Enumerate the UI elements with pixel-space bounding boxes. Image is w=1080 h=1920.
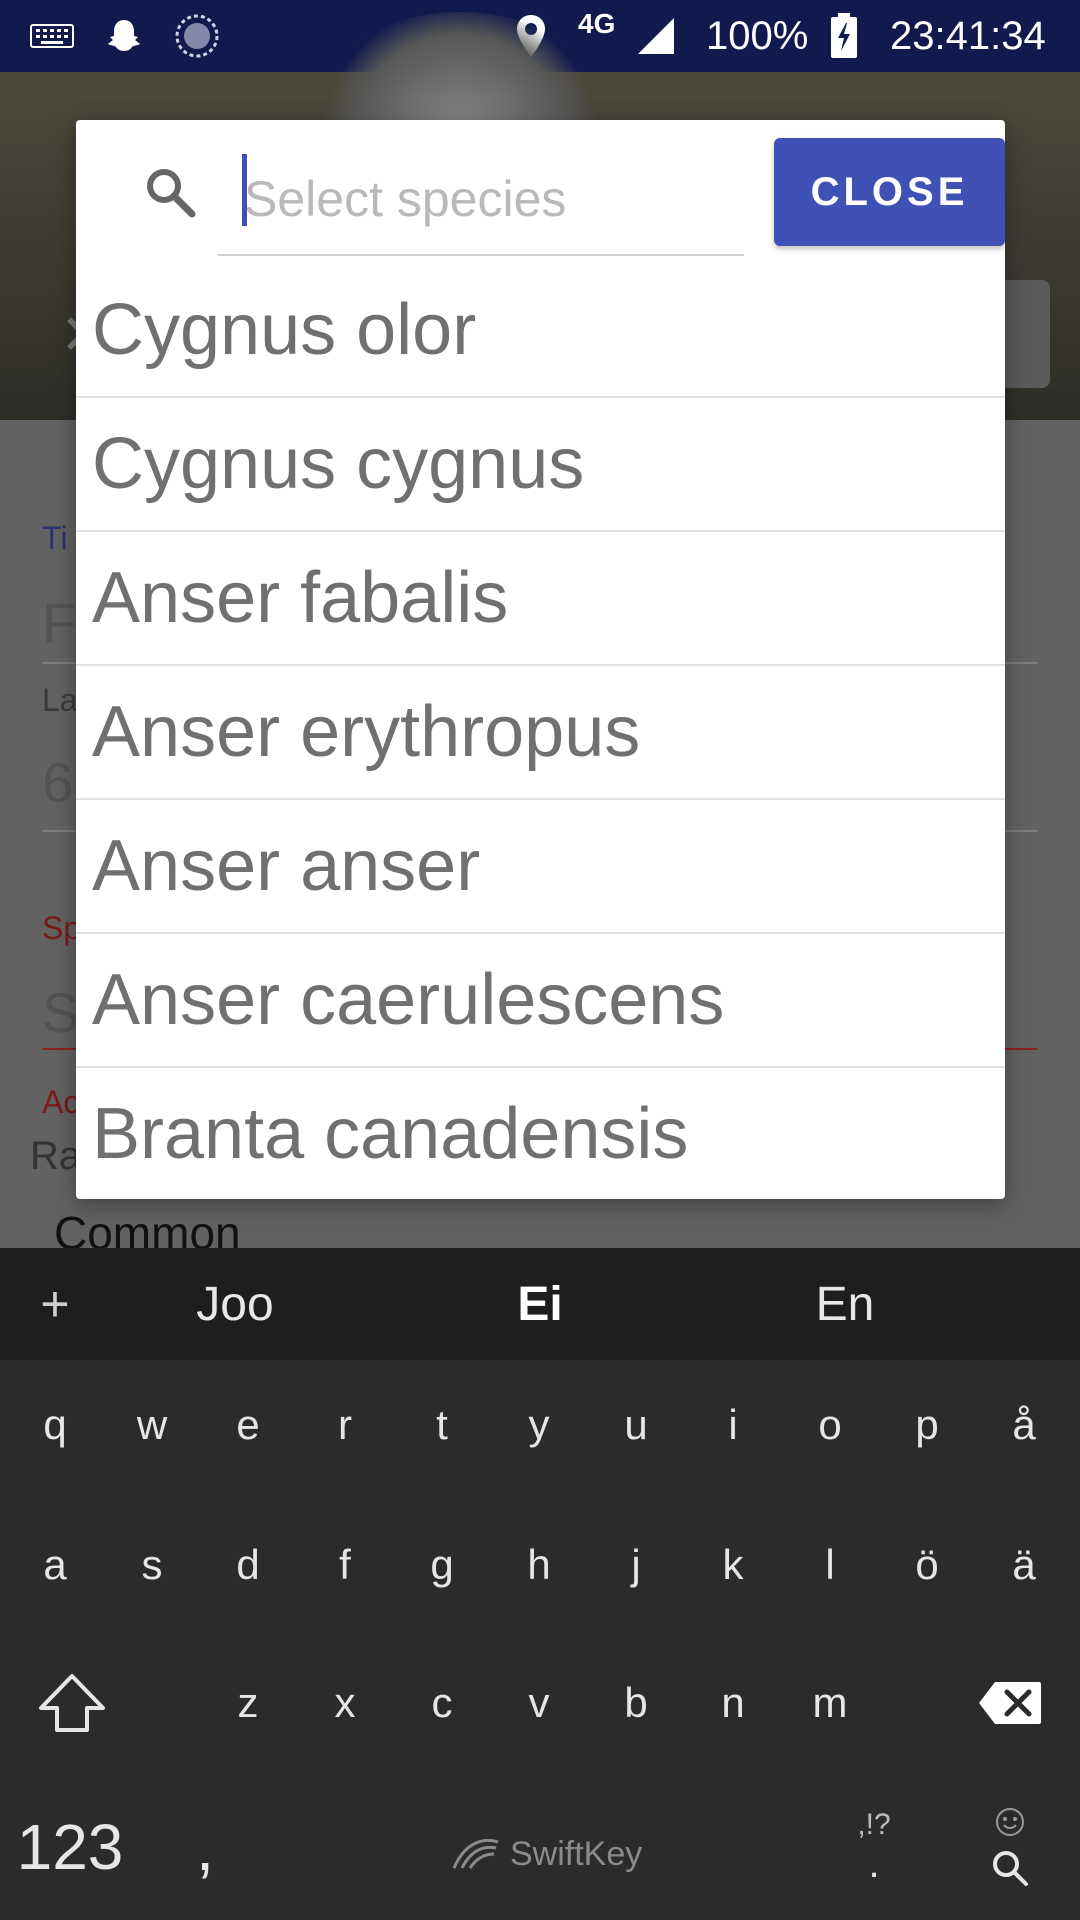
period-label: . [868, 1841, 880, 1886]
species-list: Cygnus olor Cygnus cygnus Anser fabalis … [76, 264, 1005, 1199]
form-value-4: Ra [30, 1134, 82, 1178]
key-x[interactable]: x [297, 1638, 393, 1768]
key-z[interactable]: z [200, 1638, 296, 1768]
search-icon [993, 1851, 1028, 1886]
species-item[interactable]: Branta canadensis [76, 1066, 1005, 1199]
form-value-1: F [42, 591, 77, 654]
key-s[interactable]: s [104, 1500, 200, 1630]
species-label: Anser caerulescens [92, 960, 725, 1040]
shift-key[interactable] [22, 1638, 122, 1768]
key-u[interactable]: u [588, 1360, 684, 1490]
form-value-2: 6 [42, 751, 74, 814]
key-o-umlaut[interactable]: ö [879, 1500, 975, 1630]
species-item[interactable]: Anser erythropus [76, 664, 1005, 798]
suggestion-2[interactable]: Ei [440, 1248, 640, 1360]
backspace-key[interactable] [960, 1638, 1060, 1768]
key-v[interactable]: v [491, 1638, 587, 1768]
swiftkey-keyboard: + Joo Ei En q w e r t y u i o p å a s d … [0, 1248, 1080, 1920]
signal-icon [636, 0, 676, 72]
key-p[interactable]: p [879, 1360, 975, 1490]
form-label-4: Ac [42, 1084, 80, 1120]
search-row: CLOSE [76, 120, 1005, 280]
form-label-2: La [42, 682, 78, 718]
species-label: Cygnus olor [92, 290, 477, 370]
key-a-umlaut[interactable]: ä [976, 1500, 1072, 1630]
species-label: Branta canadensis [92, 1094, 689, 1174]
key-i[interactable]: i [685, 1360, 781, 1490]
species-item[interactable]: Cygnus olor [76, 264, 1005, 396]
species-search-input[interactable] [218, 144, 744, 256]
emoji-search-key[interactable] [962, 1782, 1058, 1912]
text-cursor [242, 154, 247, 226]
key-j[interactable]: j [588, 1500, 684, 1630]
key-a-ring[interactable]: å [976, 1360, 1072, 1490]
add-icon[interactable]: + [20, 1248, 90, 1360]
shift-icon [39, 1674, 105, 1732]
species-label: Cygnus cygnus [92, 424, 585, 504]
key-a[interactable]: a [7, 1500, 103, 1630]
species-label: Anser anser [92, 826, 481, 906]
key-q[interactable]: q [7, 1360, 103, 1490]
swiftkey-logo-icon [452, 1838, 499, 1869]
spacebar[interactable]: SwiftKey [450, 1828, 642, 1880]
comma-key[interactable]: , [160, 1782, 250, 1912]
clock: 23:41:34 [890, 13, 1046, 58]
punctuation-key[interactable]: ,!? . [826, 1782, 922, 1912]
form-value-3: S [42, 981, 80, 1044]
species-item[interactable]: Anser caerulescens [76, 932, 1005, 1066]
swiftkey-brand: SwiftKey [510, 1834, 643, 1873]
key-o[interactable]: o [782, 1360, 878, 1490]
key-r[interactable]: r [297, 1360, 393, 1490]
key-w[interactable]: w [104, 1360, 200, 1490]
form-label-1: Ti [42, 520, 68, 556]
key-n[interactable]: n [685, 1638, 781, 1768]
key-b[interactable]: b [588, 1638, 684, 1768]
battery-percent: 100% [706, 13, 809, 58]
search-icon [142, 164, 200, 222]
suggestion-1[interactable]: Joo [140, 1248, 330, 1360]
key-d[interactable]: d [200, 1500, 296, 1630]
emoji-icon [996, 1808, 1024, 1836]
numbers-key[interactable]: 123 [10, 1782, 130, 1912]
key-e[interactable]: e [200, 1360, 296, 1490]
key-f[interactable]: f [297, 1500, 393, 1630]
suggestion-bar: + Joo Ei En [0, 1248, 1080, 1360]
suggestion-3[interactable]: En [750, 1248, 940, 1360]
key-c[interactable]: c [394, 1638, 490, 1768]
species-label: Anser erythropus [92, 692, 641, 772]
backspace-icon [979, 1682, 1041, 1724]
species-select-dialog: CLOSE Cygnus olor Cygnus cygnus Anser fa… [76, 120, 1005, 1199]
punctuation-label: ,!? [857, 1807, 891, 1841]
sync-icon [174, 0, 220, 72]
key-m[interactable]: m [782, 1638, 878, 1768]
key-t[interactable]: t [394, 1360, 490, 1490]
key-y[interactable]: y [491, 1360, 587, 1490]
species-item[interactable]: Anser fabalis [76, 530, 1005, 664]
key-h[interactable]: h [491, 1500, 587, 1630]
battery-charging-icon [830, 0, 858, 72]
species-item[interactable]: Cygnus cygnus [76, 396, 1005, 530]
key-g[interactable]: g [394, 1500, 490, 1630]
species-label: Anser fabalis [92, 558, 509, 638]
key-l[interactable]: l [782, 1500, 878, 1630]
network-type: 4G [578, 8, 616, 39]
snapchat-icon [104, 0, 144, 72]
keyboard-icon [30, 0, 74, 72]
close-button[interactable]: CLOSE [774, 138, 1005, 246]
species-item[interactable]: Anser anser [76, 798, 1005, 932]
key-k[interactable]: k [685, 1500, 781, 1630]
